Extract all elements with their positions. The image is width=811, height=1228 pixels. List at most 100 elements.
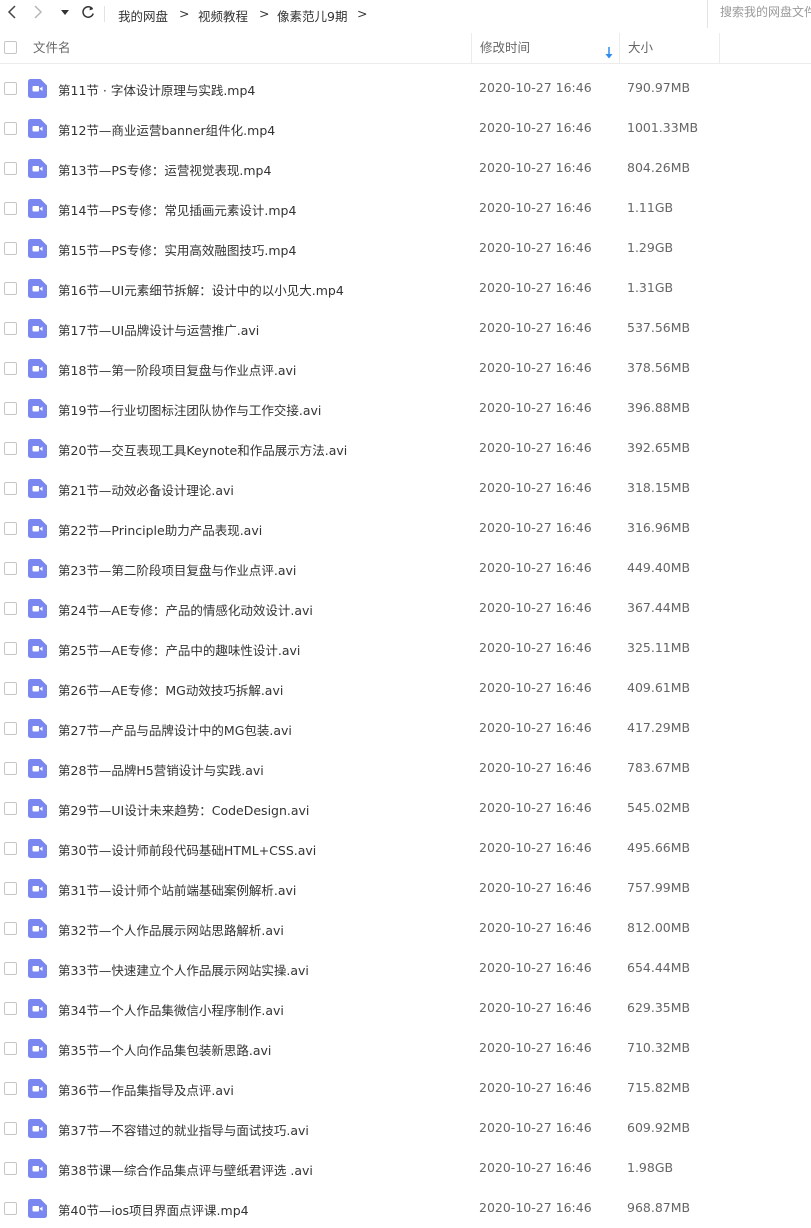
file-name[interactable]: 第28节—品牌H5营销设计与实践.avi [58, 760, 264, 779]
file-row[interactable]: 第34节—个人作品集微信小程序制作.avi 2020-10-27 16:46 629… [0, 988, 811, 1028]
row-checkbox[interactable] [4, 682, 17, 695]
row-checkbox[interactable] [4, 1122, 17, 1135]
file-row[interactable]: 第33节—快速建立个人作品展示网站实操.avi 2020-10-27 16:46 6… [0, 948, 811, 988]
row-checkbox[interactable] [4, 522, 17, 535]
row-checkbox[interactable] [4, 922, 17, 935]
file-row[interactable]: 第29节—UI设计未来趋势：CodeDesign.avi 2020-10-27 1… [0, 788, 811, 828]
row-checkbox[interactable] [4, 722, 17, 735]
file-row[interactable]: 第30节—设计师前段代码基础HTML+CSS.avi 2020-10-27 16:… [0, 828, 811, 868]
file-row[interactable]: 第12节—商业运营banner组件化.mp4 2020-10-27 16:46 10… [0, 108, 811, 148]
column-header-name[interactable]: 文件名 [33, 33, 71, 63]
file-name[interactable]: 第38节课—综合作品集点评与壁纸君评选 .avi [58, 1160, 313, 1179]
chevron-left-icon[interactable] [2, 3, 22, 25]
row-checkbox[interactable] [4, 442, 17, 455]
file-size: 367.44MB [627, 600, 691, 615]
row-checkbox[interactable] [4, 962, 17, 975]
row-checkbox[interactable] [4, 1162, 17, 1175]
file-name[interactable]: 第13节—PS专修：运营视觉表现.mp4 [58, 160, 271, 179]
file-row[interactable]: 第28节—品牌H5营销设计与实践.avi 2020-10-27 16:46 783.… [0, 748, 811, 788]
file-name[interactable]: 第35节—个人向作品集包装新思路.avi [58, 1040, 271, 1059]
row-checkbox[interactable] [4, 1002, 17, 1015]
file-row[interactable]: 第16节—UI元素细节拆解：设计中的以小见大.mp4 2020-10-27 16:… [0, 268, 811, 308]
file-name[interactable]: 第40节—ios项目界面点评课.mp4 [58, 1200, 249, 1219]
file-row[interactable]: 第23节—第二阶段项目复盘与作业点评.avi 2020-10-27 16:46 44… [0, 548, 811, 588]
row-checkbox[interactable] [4, 642, 17, 655]
row-checkbox[interactable] [4, 322, 17, 335]
column-header-size[interactable]: 大小 [619, 33, 720, 63]
file-row[interactable]: 第27节—产品与品牌设计中的MG包装.avi 2020-10-27 16:46 41… [0, 708, 811, 748]
file-row[interactable]: 第18节—第一阶段项目复盘与作业点评.avi 2020-10-27 16:46 37… [0, 348, 811, 388]
row-checkbox[interactable] [4, 882, 17, 895]
file-row[interactable]: 第35节—个人向作品集包装新思路.avi 2020-10-27 16:46 710.… [0, 1028, 811, 1068]
file-row[interactable]: 第15节—PS专修：实用高效融图技巧.mp4 2020-10-27 16:46 1.… [0, 228, 811, 268]
file-row[interactable]: 第32节—个人作品展示网站思路解析.avi 2020-10-27 16:46 812… [0, 908, 811, 948]
file-name[interactable]: 第18节—第一阶段项目复盘与作业点评.avi [58, 360, 296, 379]
row-checkbox[interactable] [4, 82, 17, 95]
row-checkbox[interactable] [4, 242, 17, 255]
row-checkbox[interactable] [4, 482, 17, 495]
row-checkbox[interactable] [4, 802, 17, 815]
row-checkbox[interactable] [4, 1042, 17, 1055]
column-header-modified[interactable]: 修改时间 [471, 33, 619, 63]
chevron-right-icon[interactable] [28, 3, 48, 25]
file-name[interactable]: 第19节—行业切图标注团队协作与工作交接.avi [58, 400, 321, 419]
file-row[interactable]: 第40节—ios项目界面点评课.mp4 2020-10-27 16:46 968.8… [0, 1188, 811, 1228]
file-row[interactable]: 第26节—AE专修：MG动效技巧拆解.avi 2020-10-27 16:46 40… [0, 668, 811, 708]
file-name[interactable]: 第33节—快速建立个人作品展示网站实操.avi [58, 960, 309, 979]
file-row[interactable]: 第37节—不容错过的就业指导与面试技巧.avi 2020-10-27 16:46 6… [0, 1108, 811, 1148]
row-checkbox[interactable] [4, 1082, 17, 1095]
file-name[interactable]: 第21节—动效必备设计理论.avi [58, 480, 234, 499]
select-all-checkbox[interactable] [4, 41, 17, 54]
file-row[interactable]: 第14节—PS专修：常见插画元素设计.mp4 2020-10-27 16:46 1.… [0, 188, 811, 228]
row-checkbox[interactable] [4, 1202, 17, 1215]
file-row[interactable]: 第24节—AE专修：产品的情感化动效设计.avi 2020-10-27 16:46… [0, 588, 811, 628]
file-name[interactable]: 第32节—个人作品展示网站思路解析.avi [58, 920, 284, 939]
file-name[interactable]: 第17节—UI品牌设计与运营推广.avi [58, 320, 259, 339]
file-name[interactable]: 第11节 · 字体设计原理与实践.mp4 [58, 80, 255, 99]
file-name[interactable]: 第16节—UI元素细节拆解：设计中的以小见大.mp4 [58, 280, 344, 299]
file-row[interactable]: 第11节 · 字体设计原理与实践.mp4 2020-10-27 16:46 790.… [0, 68, 811, 108]
row-checkbox[interactable] [4, 402, 17, 415]
file-name[interactable]: 第27节—产品与品牌设计中的MG包装.avi [58, 720, 292, 739]
file-name[interactable]: 第22节—Principle助力产品表现.avi [58, 520, 262, 539]
breadcrumb-item-my-drive[interactable]: 我的网盘 [118, 6, 168, 25]
file-name[interactable]: 第37节—不容错过的就业指导与面试技巧.avi [58, 1120, 309, 1139]
file-row[interactable]: 第31节—设计师个站前端基础案例解析.avi 2020-10-27 16:46 75… [0, 868, 811, 908]
row-checkbox[interactable] [4, 842, 17, 855]
breadcrumb-item-current-folder[interactable]: 像素范儿9期 [277, 6, 347, 25]
row-checkbox[interactable] [4, 362, 17, 375]
file-row[interactable]: 第19节—行业切图标注团队协作与工作交接.avi 2020-10-27 16:46… [0, 388, 811, 428]
file-row[interactable]: 第25节—AE专修：产品中的趣味性设计.avi 2020-10-27 16:46 3… [0, 628, 811, 668]
row-checkbox[interactable] [4, 282, 17, 295]
file-name[interactable]: 第31节—设计师个站前端基础案例解析.avi [58, 880, 296, 899]
file-name[interactable]: 第29节—UI设计未来趋势：CodeDesign.avi [58, 800, 309, 819]
file-row[interactable]: 第13节—PS专修：运营视觉表现.mp4 2020-10-27 16:46 804.… [0, 148, 811, 188]
row-checkbox[interactable] [4, 602, 17, 615]
row-checkbox[interactable] [4, 162, 17, 175]
caret-down-icon[interactable] [56, 3, 74, 25]
file-name[interactable]: 第34节—个人作品集微信小程序制作.avi [58, 1000, 284, 1019]
file-row[interactable]: 第36节—作品集指导及点评.avi 2020-10-27 16:46 715.82M… [0, 1068, 811, 1108]
file-name[interactable]: 第25节—AE专修：产品中的趣味性设计.avi [58, 640, 300, 659]
file-name[interactable]: 第20节—交互表现工具Keynote和作品展示方法.avi [58, 440, 347, 459]
file-row[interactable]: 第21节—动效必备设计理论.avi 2020-10-27 16:46 318.15M… [0, 468, 811, 508]
file-row[interactable]: 第22节—Principle助力产品表现.avi 2020-10-27 16:46… [0, 508, 811, 548]
row-checkbox[interactable] [4, 562, 17, 575]
refresh-icon[interactable] [78, 3, 98, 25]
file-name[interactable]: 第15节—PS专修：实用高效融图技巧.mp4 [58, 240, 296, 259]
file-row[interactable]: 第17节—UI品牌设计与运营推广.avi 2020-10-27 16:46 537.… [0, 308, 811, 348]
file-name[interactable]: 第26节—AE专修：MG动效技巧拆解.avi [58, 680, 283, 699]
file-row[interactable]: 第20节—交互表现工具Keynote和作品展示方法.avi 2020-10-27 … [0, 428, 811, 468]
file-row[interactable]: 第38节课—综合作品集点评与壁纸君评选 .avi 2020-10-27 16:46… [0, 1148, 811, 1188]
file-name[interactable]: 第23节—第二阶段项目复盘与作业点评.avi [58, 560, 296, 579]
file-name[interactable]: 第30节—设计师前段代码基础HTML+CSS.avi [58, 840, 316, 859]
row-checkbox[interactable] [4, 202, 17, 215]
file-name[interactable]: 第12节—商业运营banner组件化.mp4 [58, 120, 275, 139]
file-name[interactable]: 第14节—PS专修：常见插画元素设计.mp4 [58, 200, 296, 219]
file-name[interactable]: 第24节—AE专修：产品的情感化动效设计.avi [58, 600, 313, 619]
search-input[interactable] [720, 5, 811, 19]
row-checkbox[interactable] [4, 762, 17, 775]
row-checkbox[interactable] [4, 122, 17, 135]
file-name[interactable]: 第36节—作品集指导及点评.avi [58, 1080, 234, 1099]
breadcrumb-item-video-tutorials[interactable]: 视频教程 [198, 6, 248, 25]
